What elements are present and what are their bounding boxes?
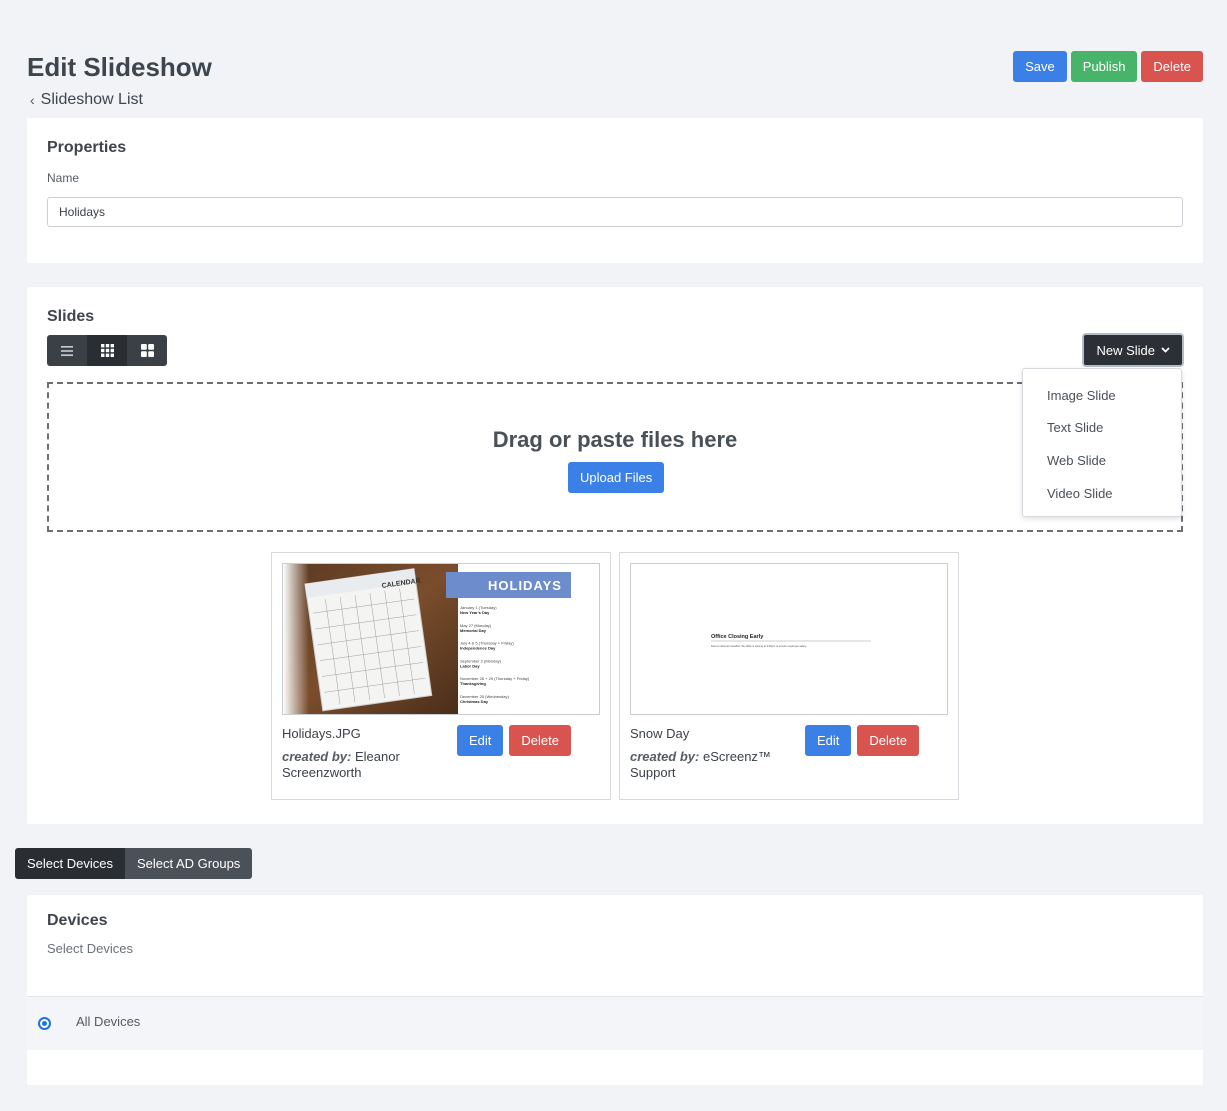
thumbnail-body: Due to inclement weather the office is c… (711, 644, 807, 648)
holiday-name: Thanksgiving (460, 681, 486, 686)
name-label: Name (47, 171, 80, 185)
thumbnail-heading: Office Closing Early (711, 634, 764, 640)
tab-select-ad-groups[interactable]: Select AD Groups (124, 848, 253, 879)
header-actions: Save Publish Delete (1013, 51, 1203, 82)
edit-slide-button[interactable]: Edit (805, 725, 852, 756)
save-button[interactable]: Save (1013, 51, 1067, 82)
holiday-name: New Year's Day (460, 610, 490, 615)
dropzone-text: Drag or paste files here (492, 427, 738, 452)
menu-item-video-slide[interactable]: Video Slide (1047, 486, 1113, 501)
holidays-banner: HOLIDAYS (488, 578, 562, 593)
slides-title: Slides (47, 308, 95, 325)
holidays-thumbnail-image: CALENDAR HOLIDAYS January 1 (Tuesday)New… (283, 564, 599, 714)
slide-actions: Edit Delete (805, 725, 919, 756)
holiday-name: Christmas Day (460, 699, 489, 704)
back-link-label: Slideshow List (40, 91, 143, 108)
all-devices-radio[interactable] (38, 1017, 51, 1030)
list-icon (61, 345, 73, 356)
slide-name: Holidays.JPG (282, 726, 361, 741)
slide-card: Office Closing Early Due to inclement we… (619, 552, 959, 800)
slides-card: Slides New Slide Drag or paste files her… (27, 287, 1203, 824)
delete-slide-button[interactable]: Delete (509, 725, 571, 756)
slide-name: Snow Day (630, 726, 690, 741)
all-devices-label: All Devices (76, 1014, 141, 1029)
created-by-label: created by: (282, 749, 352, 764)
device-option-row[interactable]: All Devices (27, 996, 1203, 1050)
holiday-name: Memorial Day (460, 628, 487, 633)
small-grid-view-button[interactable] (87, 335, 127, 366)
publish-button[interactable]: Publish (1070, 51, 1138, 82)
tab-select-devices[interactable]: Select Devices (15, 848, 125, 879)
list-view-button[interactable] (47, 335, 87, 366)
slide-thumbnail[interactable]: CALENDAR HOLIDAYS January 1 (Tuesday) New… (282, 563, 600, 715)
large-grid-view-button[interactable] (127, 335, 167, 366)
properties-title: Properties (47, 139, 127, 156)
upload-files-button[interactable]: Upload Files (568, 462, 665, 493)
holiday-name: Labor Day (460, 663, 480, 668)
properties-card: Properties Name (27, 118, 1203, 263)
page-title: Edit Slideshow (27, 52, 212, 82)
menu-item-web-slide[interactable]: Web Slide (1047, 453, 1106, 468)
slide-actions: Edit Delete (457, 725, 571, 756)
delete-slide-button[interactable]: Delete (857, 725, 919, 756)
name-input[interactable] (47, 197, 1183, 227)
holiday-name: Independence Day (460, 646, 496, 651)
chevron-left-icon: ‹ (30, 92, 35, 108)
large-grid-icon (140, 344, 154, 357)
new-slide-menu: Image Slide Text Slide Web Slide Video S… (1022, 368, 1182, 517)
slide-card: CALENDAR HOLIDAYS January 1 (Tuesday) New… (271, 552, 611, 800)
file-dropzone[interactable]: Drag or paste files here Upload Files (47, 382, 1183, 532)
snow-day-thumbnail-image: Office Closing Early Due to inclement we… (711, 634, 871, 648)
target-tabs: Select Devices Select AD Groups (15, 848, 253, 879)
small-grid-icon (100, 344, 114, 357)
chevron-down-icon (1161, 347, 1170, 353)
delete-slideshow-button[interactable]: Delete (1141, 51, 1203, 82)
slide-thumbnail[interactable]: Office Closing Early Due to inclement we… (630, 563, 948, 715)
devices-subtitle: Select Devices (47, 941, 133, 956)
created-by-label: created by: (630, 749, 700, 764)
new-slide-button[interactable]: New Slide (1082, 333, 1184, 367)
view-mode-toggle (47, 335, 167, 366)
menu-item-image-slide[interactable]: Image Slide (1047, 388, 1116, 403)
menu-item-text-slide[interactable]: Text Slide (1047, 420, 1103, 435)
slide-created-by: created by: Eleanor Screenzworth (282, 749, 442, 781)
new-slide-label: New Slide (1096, 342, 1155, 358)
slide-created-by: created by: eScreenz™ Support (630, 749, 790, 781)
edit-slide-button[interactable]: Edit (457, 725, 504, 756)
back-to-slideshow-list-link[interactable]: ‹ Slideshow List (30, 91, 143, 109)
devices-title: Devices (47, 912, 108, 929)
devices-card: Devices Select Devices All Devices (27, 895, 1203, 1085)
